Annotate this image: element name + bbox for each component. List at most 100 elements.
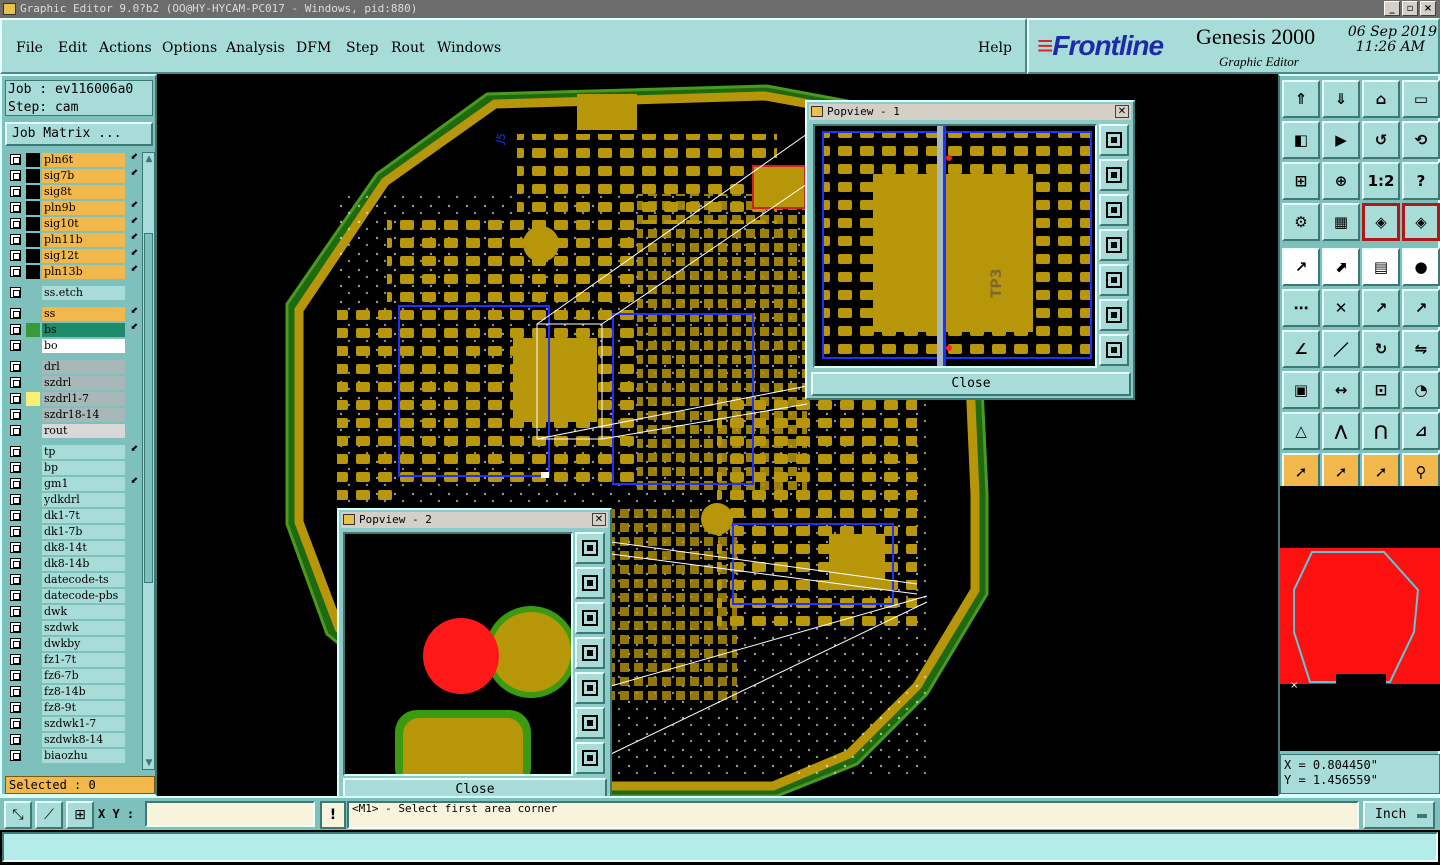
layer-row[interactable]: biaozhu bbox=[5, 748, 141, 764]
popview-2-fit-icon[interactable] bbox=[575, 707, 605, 739]
layer-checkbox[interactable] bbox=[10, 542, 21, 553]
layer-row[interactable]: pln13b ⬋ bbox=[5, 264, 141, 280]
layer-name[interactable]: bp bbox=[42, 461, 125, 475]
layer-row[interactable]: szdwk8-14 bbox=[5, 732, 141, 748]
layer-color-swatch[interactable] bbox=[26, 701, 40, 715]
net-select-icon[interactable]: ◈ bbox=[1362, 203, 1400, 241]
layer-name[interactable]: dk8-14b bbox=[42, 557, 125, 571]
layer-name[interactable]: sig12t bbox=[42, 249, 125, 263]
layer-name[interactable]: bs bbox=[42, 323, 125, 337]
command-line[interactable] bbox=[2, 832, 1438, 862]
layer-color-swatch[interactable] bbox=[26, 477, 40, 491]
popview-2-left-icon[interactable] bbox=[575, 637, 605, 669]
layer-name[interactable]: szdwk bbox=[42, 621, 125, 635]
layer-row[interactable]: szdrl1-7 bbox=[5, 391, 141, 407]
layer-name[interactable]: pln9b bbox=[42, 201, 125, 215]
layer-checkbox[interactable] bbox=[10, 670, 21, 681]
layer-row[interactable]: sig12t ⬋ bbox=[5, 248, 141, 264]
layer-name[interactable]: szdrl bbox=[42, 376, 125, 390]
popview-1-down-icon[interactable] bbox=[1099, 194, 1129, 226]
layer-name[interactable]: dwk bbox=[42, 605, 125, 619]
layer-checkbox[interactable] bbox=[10, 558, 21, 569]
layer-checkbox[interactable] bbox=[10, 361, 21, 372]
layer-color-swatch[interactable] bbox=[26, 605, 40, 619]
close-window-button[interactable]: × bbox=[1420, 1, 1436, 16]
menu-windows[interactable]: Windows bbox=[437, 40, 501, 56]
layer-row[interactable]: ss.etch bbox=[5, 285, 141, 301]
overlay-icon[interactable]: ◔ bbox=[1402, 371, 1440, 409]
layer-color-swatch[interactable] bbox=[26, 185, 40, 199]
layer-checkbox[interactable] bbox=[10, 478, 21, 489]
settings-icon[interactable]: ⚙ bbox=[1282, 203, 1320, 241]
popview-1-left-icon[interactable] bbox=[1099, 229, 1129, 261]
layer-row[interactable]: szdwk1-7 bbox=[5, 716, 141, 732]
layer-checkbox[interactable] bbox=[10, 202, 21, 213]
popview-2-center-icon[interactable] bbox=[575, 742, 605, 774]
layer-checkbox[interactable] bbox=[10, 686, 21, 697]
layer-checkbox[interactable] bbox=[10, 622, 21, 633]
layer-checkbox[interactable] bbox=[10, 590, 21, 601]
layer-row[interactable]: drl bbox=[5, 359, 141, 375]
layer-row[interactable]: dk1-7b bbox=[5, 524, 141, 540]
layer-color-swatch[interactable] bbox=[26, 201, 40, 215]
layer-row[interactable]: fz1-7t bbox=[5, 652, 141, 668]
popview-1-close-icon[interactable]: ✕ bbox=[1115, 105, 1129, 118]
layer-checkbox[interactable] bbox=[10, 494, 21, 505]
layer-name[interactable]: szdwk1-7 bbox=[42, 717, 125, 731]
layer-name[interactable]: ss bbox=[42, 307, 125, 321]
layer-checkbox[interactable] bbox=[10, 750, 21, 761]
layer-color-swatch[interactable] bbox=[26, 509, 40, 523]
layer-checkbox[interactable] bbox=[10, 718, 21, 729]
layer-color-swatch[interactable] bbox=[26, 392, 40, 406]
undo-icon[interactable]: ↺ bbox=[1362, 121, 1400, 159]
layer-row[interactable]: dk8-14t bbox=[5, 540, 141, 556]
layer-name[interactable]: dwkby bbox=[42, 637, 125, 651]
layer-row[interactable]: szdwk bbox=[5, 620, 141, 636]
layer-name[interactable]: pln13b bbox=[42, 265, 125, 279]
layer-row[interactable]: bp bbox=[5, 460, 141, 476]
slash-icon[interactable]: ／ bbox=[1322, 330, 1360, 368]
layer-name[interactable]: drl bbox=[42, 360, 125, 374]
layer-checkbox[interactable] bbox=[10, 287, 21, 298]
layer-row[interactable]: bs ⬋ bbox=[5, 322, 141, 338]
layer-checkbox[interactable] bbox=[10, 218, 21, 229]
layer-color-swatch[interactable] bbox=[26, 669, 40, 683]
layer-row[interactable]: sig10t ⬋ bbox=[5, 216, 141, 232]
layer-checkbox[interactable] bbox=[10, 234, 21, 245]
layer-row[interactable]: szdr18-14 bbox=[5, 407, 141, 423]
triangle-d-icon[interactable]: ⊿ bbox=[1402, 412, 1440, 450]
layer-row[interactable]: pln9b ⬋ bbox=[5, 200, 141, 216]
layer-color-swatch[interactable] bbox=[26, 376, 40, 390]
layer-name[interactable]: pln6t bbox=[42, 153, 125, 167]
menu-help[interactable]: Help bbox=[978, 40, 1012, 56]
layer-name[interactable]: ss.etch bbox=[42, 286, 125, 300]
layer-color-swatch[interactable] bbox=[26, 717, 40, 731]
layer-row[interactable]: datecode-pbs bbox=[5, 588, 141, 604]
layer-color-swatch[interactable] bbox=[26, 360, 40, 374]
layer-checkbox[interactable] bbox=[10, 308, 21, 319]
menu-analysis[interactable]: Analysis bbox=[226, 40, 285, 56]
zoom-center-icon[interactable]: ⊕ bbox=[1322, 162, 1360, 200]
layer-checkbox[interactable] bbox=[10, 638, 21, 649]
layer-color-swatch[interactable] bbox=[26, 621, 40, 635]
pad-arrow-icon[interactable]: ↗ bbox=[1282, 248, 1320, 286]
menu-rout[interactable]: Rout bbox=[391, 40, 425, 56]
layer-color-swatch[interactable] bbox=[26, 653, 40, 667]
layer-color-swatch[interactable] bbox=[26, 249, 40, 263]
layer-row[interactable]: rout bbox=[5, 423, 141, 439]
layer-color-swatch[interactable] bbox=[26, 424, 40, 438]
triangle-a-icon[interactable]: △ bbox=[1282, 412, 1320, 450]
layer-checkbox[interactable] bbox=[10, 186, 21, 197]
layer-name[interactable]: rout bbox=[42, 424, 125, 438]
layer-color-swatch[interactable] bbox=[26, 153, 40, 167]
layer-name[interactable]: fz6-7b bbox=[42, 669, 125, 683]
layer-color-swatch[interactable] bbox=[26, 525, 40, 539]
zoom-fit-icon[interactable]: ⊞ bbox=[1282, 162, 1320, 200]
layer-name[interactable]: ydkdrl bbox=[42, 493, 125, 507]
popview-1-close-button[interactable]: Close bbox=[811, 372, 1131, 396]
layer-row[interactable]: sig8t bbox=[5, 184, 141, 200]
layer-name[interactable]: datecode-pbs bbox=[42, 589, 125, 603]
layer-name[interactable]: dk1-7t bbox=[42, 509, 125, 523]
angle-icon[interactable]: ∠ bbox=[1282, 330, 1320, 368]
flip-icon[interactable]: ⇋ bbox=[1402, 330, 1440, 368]
